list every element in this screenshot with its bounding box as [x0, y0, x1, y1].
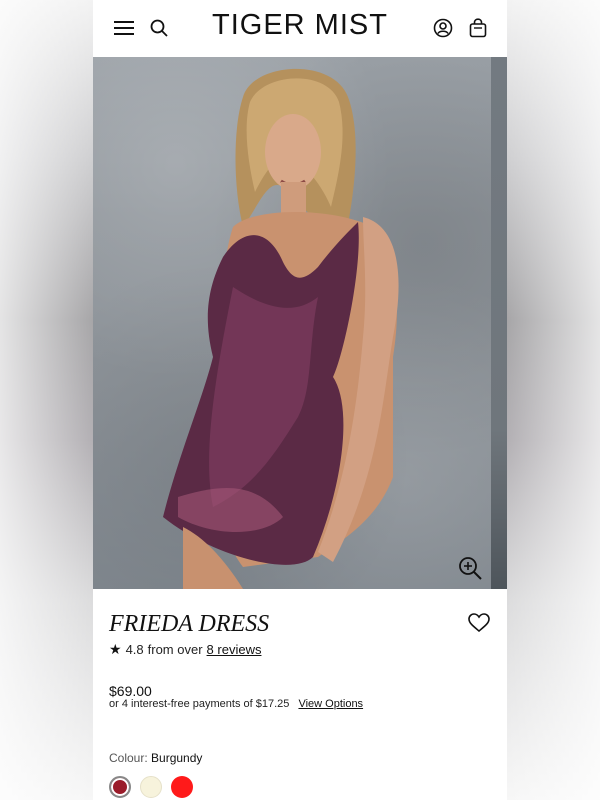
account-icon	[433, 18, 453, 38]
rating-row: ★ 4.8 from over 8 reviews	[109, 641, 261, 658]
zoom-button[interactable]	[457, 555, 483, 581]
price: $69.00	[109, 683, 152, 699]
rating-value: 4.8	[125, 642, 144, 657]
swatch-red[interactable]	[171, 776, 193, 798]
colour-row: Colour: Burgundy	[109, 751, 202, 765]
installments-text: or 4 interest-free payments of $17.25	[109, 698, 290, 710]
colour-swatches	[109, 776, 193, 798]
zoom-in-icon	[459, 557, 482, 580]
rating-text: from over	[147, 642, 203, 657]
model-illustration	[163, 68, 399, 589]
installments-row: or 4 interest-free payments of $17.25 Vi…	[109, 698, 363, 710]
mobile-page: TIGER MIST FRIEDA DRESS ★ 4.8 from over …	[93, 0, 507, 800]
product-title: FRIEDA DRESS	[109, 611, 270, 637]
account-button[interactable]	[427, 12, 459, 44]
heart-icon	[468, 613, 490, 633]
colour-value: Burgundy	[151, 751, 203, 765]
bag-icon	[469, 18, 487, 38]
product-image[interactable]	[93, 57, 507, 589]
swatch-cream[interactable]	[140, 776, 162, 798]
swatch-burgundy[interactable]	[109, 776, 131, 798]
wishlist-button[interactable]	[468, 613, 490, 633]
colour-label: Colour:	[109, 751, 148, 765]
star-icon: ★	[109, 641, 122, 657]
view-options-link[interactable]: View Options	[298, 698, 363, 710]
top-nav: TIGER MIST	[93, 0, 507, 57]
bag-button[interactable]	[462, 12, 494, 44]
reviews-link[interactable]: 8 reviews	[207, 642, 262, 657]
